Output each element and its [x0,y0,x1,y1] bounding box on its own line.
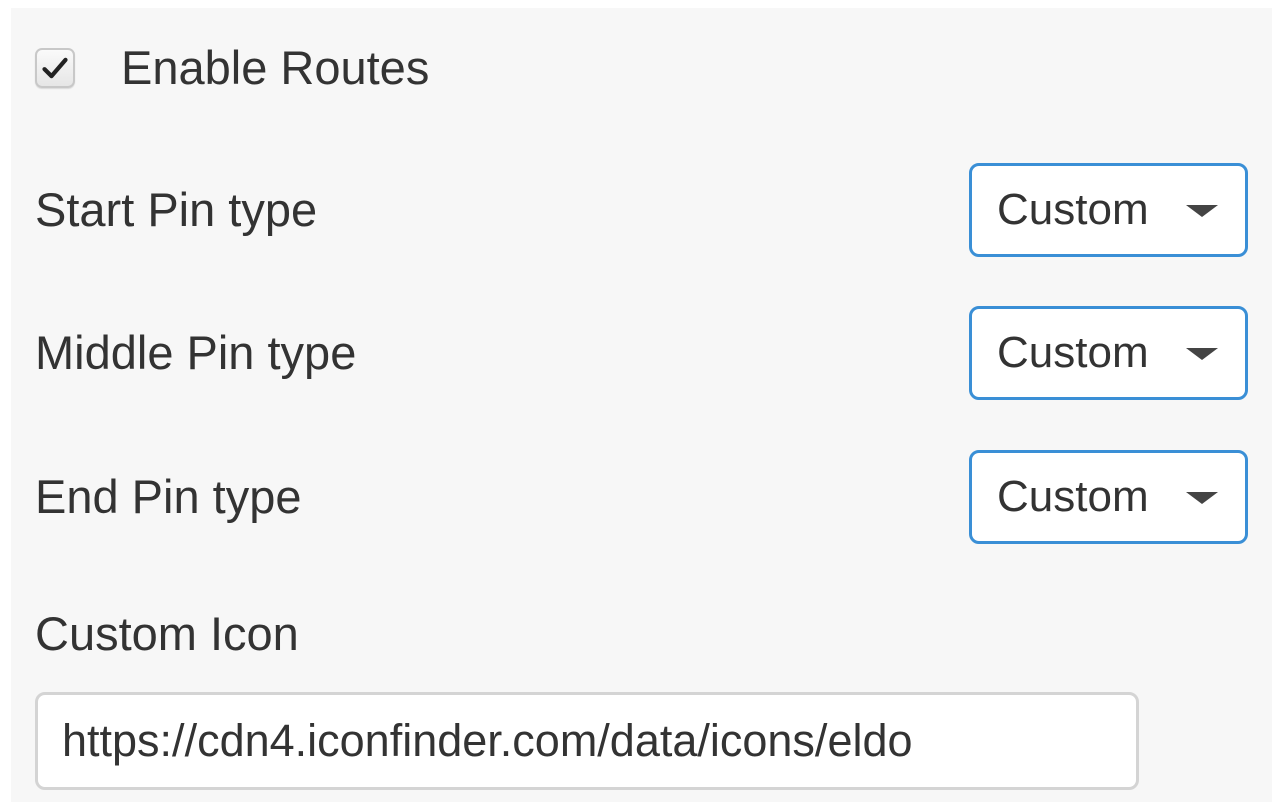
end-pin-type-label: End Pin type [35,470,302,523]
custom-icon-label: Custom Icon [35,607,299,660]
route-settings-panel: Enable Routes Start Pin type Custom Midd… [11,8,1272,802]
start-pin-type-row: Start Pin type Custom [35,163,1248,257]
custom-icon-url-input[interactable] [35,692,1139,790]
end-pin-type-select[interactable]: Custom [969,450,1248,544]
checkmark-icon [42,57,68,79]
start-pin-type-label: Start Pin type [35,183,318,236]
middle-pin-type-row: Middle Pin type Custom [35,306,1248,400]
start-pin-type-select[interactable]: Custom [969,163,1248,257]
caret-down-icon [1186,205,1218,217]
enable-routes-label: Enable Routes [121,41,430,94]
enable-routes-row[interactable]: Enable Routes [35,38,429,98]
caret-down-icon [1186,492,1218,504]
middle-pin-type-value: Custom [997,328,1149,377]
middle-pin-type-label: Middle Pin type [35,326,357,379]
end-pin-type-value: Custom [997,472,1149,521]
start-pin-type-value: Custom [997,185,1149,234]
middle-pin-type-select[interactable]: Custom [969,306,1248,400]
caret-down-icon [1186,348,1218,360]
end-pin-type-row: End Pin type Custom [35,450,1248,544]
enable-routes-checkbox[interactable] [35,48,75,88]
